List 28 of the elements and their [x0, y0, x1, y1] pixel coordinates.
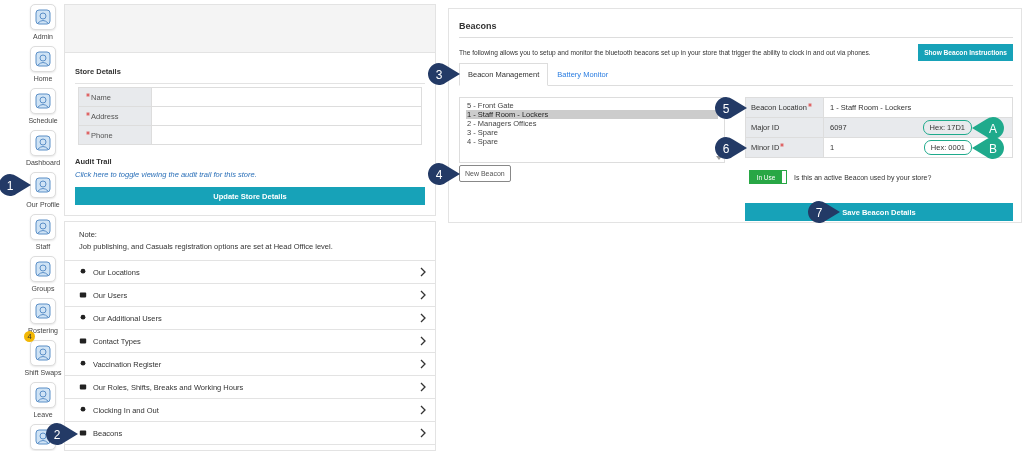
callout-tooltip: B	[971, 135, 1005, 160]
chevron-icon	[420, 290, 426, 300]
callout-tooltip: 3	[427, 62, 461, 86]
nav-tile[interactable]	[30, 46, 56, 72]
nav-tile[interactable]	[30, 256, 56, 282]
nav-tile[interactable]	[30, 214, 56, 240]
nav-tile[interactable]	[30, 4, 56, 30]
callout-tooltip: 6	[714, 135, 748, 160]
chevron-icon	[420, 359, 426, 369]
nav-tile[interactable]	[30, 130, 56, 156]
chevron-icon	[420, 405, 426, 415]
callout-tooltip: A	[971, 115, 1005, 140]
callout-tooltip: 4	[427, 161, 461, 186]
panel-title: Beacons	[459, 21, 1013, 38]
callout-tooltip: 7	[807, 200, 841, 224]
chevron-icon	[420, 336, 426, 346]
chevron-icon	[420, 428, 426, 438]
chevron-icon	[420, 382, 426, 392]
callout-tooltip: 2	[45, 421, 79, 446]
nav-tile[interactable]	[30, 340, 56, 366]
callout-tooltip: 5	[714, 95, 748, 120]
nav-tile[interactable]	[30, 172, 56, 198]
chevron-icon	[420, 267, 426, 277]
chevron-icon	[420, 313, 426, 323]
nav-tile[interactable]	[30, 298, 56, 324]
callout-tooltip: 1	[0, 173, 32, 197]
nav-tile[interactable]	[30, 88, 56, 114]
nav-tile[interactable]	[30, 382, 56, 408]
